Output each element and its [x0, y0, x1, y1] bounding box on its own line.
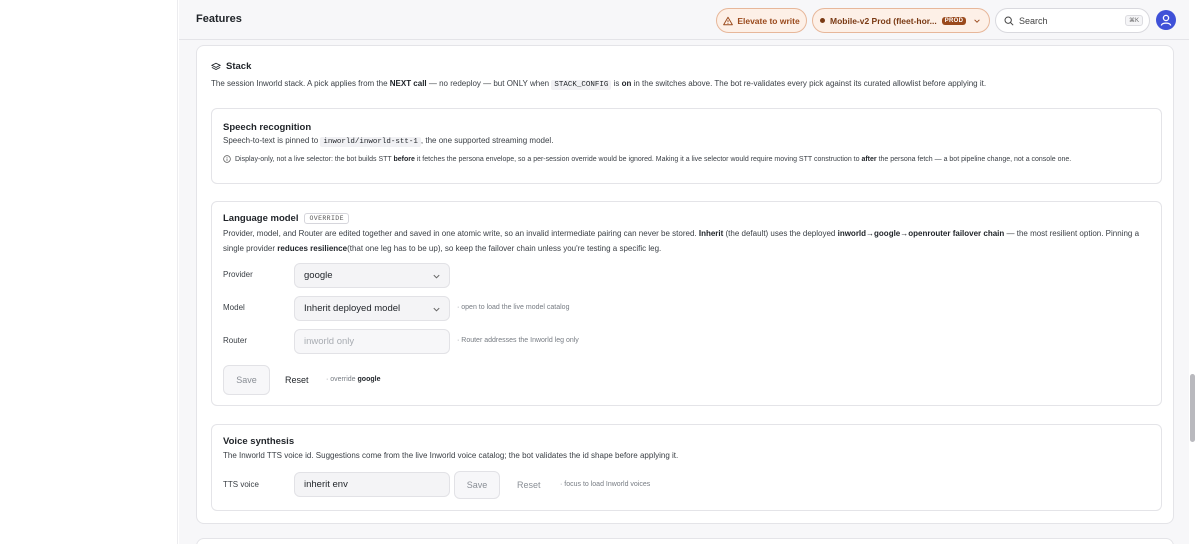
router-hint: · Router addresses the Inworld leg only [457, 337, 579, 344]
search-input[interactable] [1019, 15, 1109, 26]
model-select[interactable]: Inherit deployed model [294, 296, 450, 321]
model-value: Inherit deployed model [304, 303, 401, 314]
provider-select[interactable]: google [294, 263, 450, 288]
chevron-down-icon [433, 274, 440, 279]
override-note: · override google [326, 376, 381, 383]
voice-synthesis-title: Voice synthesis [223, 436, 295, 447]
layers-icon [211, 62, 221, 70]
save-button[interactable]: Save [223, 365, 270, 395]
provider-value: google [304, 270, 333, 281]
speech-recognition-description: Speech-to-text is pinned to inworld/inwo… [223, 136, 554, 147]
reset-button[interactable]: Reset [285, 375, 309, 385]
language-model-description: Provider, model, and Router are edited t… [223, 229, 1140, 253]
search-icon [1004, 16, 1014, 26]
chevron-down-icon [974, 18, 981, 23]
router-placeholder: inworld only [304, 336, 355, 347]
override-badge: OVERRIDE [304, 213, 349, 224]
user-icon [1160, 14, 1172, 26]
stt-model-code: inworld/inworld-stt-1 [320, 137, 421, 147]
tts-voice-input[interactable]: inherit env [294, 472, 450, 497]
speech-info-note: Display-only, not a live selector: the b… [223, 154, 1148, 166]
voice-reset-button[interactable]: Reset [517, 480, 541, 490]
info-icon [223, 155, 231, 163]
tts-voice-placeholder: inherit env [304, 479, 348, 490]
tts-voice-label: TTS voice [223, 480, 260, 489]
environment-selector[interactable]: Mobile-v2 Prod (fleet-hor... PROD [812, 8, 990, 33]
avatar[interactable] [1156, 10, 1176, 30]
language-model-section: Language model OVERRIDE Provider, model,… [211, 201, 1162, 406]
left-blank-panel [0, 0, 178, 544]
search-shortcut: ⌘K [1124, 15, 1143, 26]
voice-save-button[interactable]: Save [454, 471, 500, 499]
page-title: Features [196, 13, 242, 25]
voice-synthesis-description: The Inworld TTS voice id. Suggestions co… [223, 451, 679, 460]
prod-badge: PROD [941, 16, 967, 25]
next-card [196, 538, 1174, 544]
status-dot [820, 18, 825, 23]
router-input[interactable]: inworld only [294, 329, 450, 354]
top-bar: Features Elevate to write Mobile-v2 Prod… [179, 0, 1189, 40]
stack-card: Stack The session Inworld stack. A pick … [196, 45, 1174, 524]
chevron-down-icon [433, 307, 440, 312]
language-model-title: Language model [223, 213, 299, 224]
stack-heading: Stack [211, 61, 251, 72]
model-label: Model [223, 303, 245, 312]
stack-title: Stack [226, 61, 252, 72]
elevate-label: Elevate to write [737, 15, 800, 26]
stack-description: The session Inworld stack. A pick applie… [211, 79, 987, 90]
scrollbar[interactable] [1190, 374, 1195, 442]
provider-label: Provider [223, 270, 253, 279]
warning-icon [723, 16, 734, 25]
speech-recognition-title: Speech recognition [223, 122, 312, 133]
environment-name: Mobile-v2 Prod (fleet-hor... [830, 15, 937, 26]
model-hint: · open to load the live model catalog [457, 304, 570, 311]
speech-recognition-section: Speech recognition Speech-to-text is pin… [211, 108, 1162, 184]
search-box[interactable]: ⌘K [995, 8, 1150, 33]
voice-synthesis-section: Voice synthesis The Inworld TTS voice id… [211, 424, 1162, 511]
main-area: Features Elevate to write Mobile-v2 Prod… [179, 0, 1189, 544]
voice-hint: · focus to load Inworld voices [560, 481, 651, 488]
language-model-heading: Language model OVERRIDE [223, 213, 349, 224]
stack-config-code: STACK_CONFIG [551, 80, 612, 90]
router-label: Router [223, 336, 248, 345]
elevate-to-write-button[interactable]: Elevate to write [716, 8, 807, 33]
